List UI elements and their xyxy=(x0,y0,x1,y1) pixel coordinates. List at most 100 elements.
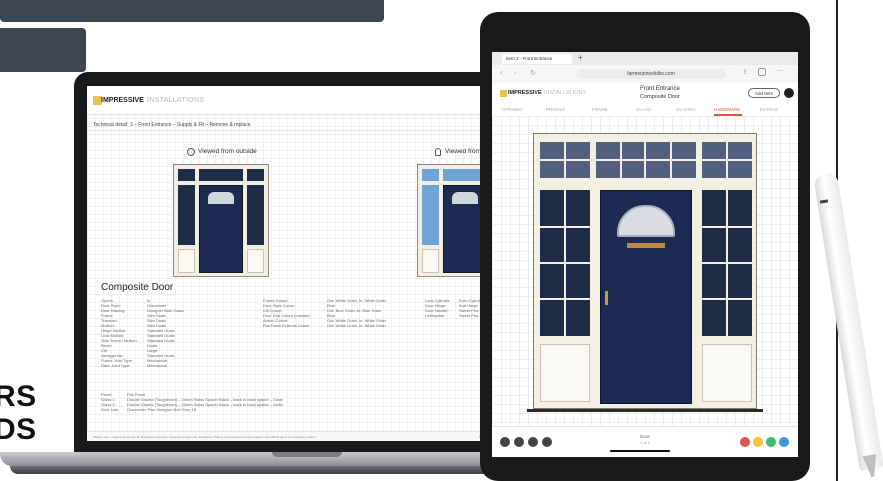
bulb-icon xyxy=(435,148,441,156)
colour-value: Out: Blue Grain, In: Blue Grain xyxy=(327,308,382,313)
sidelight-glass xyxy=(178,185,195,245)
tool-icon-2[interactable] xyxy=(514,437,524,447)
sidelight-panel-right xyxy=(702,344,752,402)
browser-tab-bar: Item 3 - Front Entrance + xyxy=(492,52,798,65)
colour-value: Out: White Grain, In: White Grain xyxy=(327,323,386,328)
stylus-pencil xyxy=(813,171,883,472)
eye-icon xyxy=(187,148,195,156)
hardware-label-list: Lock Cylinder: Door Hinge: Door Handle: … xyxy=(425,298,450,318)
app-header: IMPRESSIVE INSTALLATIONS Front Entrance … xyxy=(492,83,798,105)
transom-bar xyxy=(726,142,728,178)
transom-glass xyxy=(247,169,264,181)
tool-icon-1[interactable] xyxy=(500,437,510,447)
tab-opening[interactable]: OPENING xyxy=(502,107,523,112)
colour-value: Out: White Grain, In: White Grain xyxy=(327,298,386,303)
door-drawing-outside xyxy=(173,164,269,277)
colour-label: Flat Panel External Colour: xyxy=(263,323,311,328)
browser-tab[interactable]: Item 3 - Front Entrance xyxy=(502,54,572,64)
transom-bar xyxy=(540,159,752,161)
brand-name: IMPRESSIVE xyxy=(101,97,144,104)
close-icon[interactable] xyxy=(784,88,794,98)
top-banner-tab xyxy=(0,28,86,72)
laptop-screen: IMPRESSIVE INSTALLATIONS Technical detai… xyxy=(87,86,532,441)
reload-icon[interactable]: ↻ xyxy=(530,69,536,77)
new-tab-icon[interactable]: + xyxy=(578,53,583,62)
sidelight-bar xyxy=(702,226,752,228)
sidelight-panel xyxy=(422,249,439,273)
top-banner xyxy=(0,0,384,22)
browser-tab-label: Item 3 - Front Entrance xyxy=(506,56,553,61)
door-drawing-main xyxy=(533,133,757,409)
tab-profile[interactable]: PROFILE xyxy=(546,107,565,112)
sidelight-bar xyxy=(540,262,590,264)
share-icon[interactable]: ⇪ xyxy=(742,68,748,76)
colour-label-list: Frame Colour: Door Style Colour: Cill Co… xyxy=(263,298,311,328)
tabs-icon[interactable] xyxy=(758,68,766,76)
letterplate xyxy=(627,243,665,248)
tab-extras[interactable]: EXTRAS xyxy=(760,107,778,112)
tab-glass[interactable]: GLASS xyxy=(636,107,651,112)
laptop-notch xyxy=(272,452,342,457)
footer-note: Please note : Images shown are for illus… xyxy=(93,435,317,439)
sidelight-bar xyxy=(702,262,752,264)
bottom-toolbar: Door 1 of 1 xyxy=(492,426,798,457)
door-handle xyxy=(605,291,608,305)
product-subtitle: Composite Door xyxy=(640,94,680,100)
forward-icon[interactable]: › xyxy=(514,68,517,77)
more-icon[interactable]: ⋯ xyxy=(776,67,783,75)
laptop-footer: Please note : Images shown are for illus… xyxy=(87,431,532,441)
door-leaf xyxy=(199,185,243,273)
colour-value-list: Out: White Grain, In: White Grain Blue O… xyxy=(327,298,386,328)
tool-icon-4[interactable] xyxy=(542,437,552,447)
transom-bar xyxy=(620,142,622,178)
sidelight-panel xyxy=(247,249,264,273)
view-count: 1 of 1 xyxy=(639,440,650,445)
red-action-icon[interactable] xyxy=(740,437,750,447)
divider xyxy=(87,130,532,131)
address-field[interactable]: farmerjonesfolks.com xyxy=(576,69,726,79)
spec-label-list: Opens: Door Style: Door Glazing: Frame: … xyxy=(101,298,138,368)
transom-bar xyxy=(670,142,672,178)
address-text: farmerjonesfolks.com xyxy=(627,71,675,77)
transom-glass xyxy=(178,169,195,181)
tech-detail-line: Technical detail: 3 – Front Entrance – S… xyxy=(93,122,251,128)
glass-label-list: Panel: Glass 1: Glass 2: Door side: xyxy=(101,392,119,412)
tab-hardware[interactable]: HARDWARE xyxy=(714,107,740,112)
view-label: Door xyxy=(640,434,650,439)
viewed-inside-label: Viewed from i xyxy=(445,148,485,155)
sidelight-bar xyxy=(702,298,752,300)
door-cill xyxy=(527,409,763,412)
laptop-header: IMPRESSIVE INSTALLATIONS xyxy=(87,86,532,115)
sidelight-glass xyxy=(247,185,264,245)
tab-frame[interactable]: FRAME xyxy=(592,107,608,112)
viewed-outside-label: Viewed from outside xyxy=(198,148,257,155)
side-heading-line-2: DS xyxy=(0,413,37,446)
product-title: Front Entrance xyxy=(640,86,680,92)
glass-value: Gloucester Plus Designer Bott Grey 1B xyxy=(127,407,197,412)
browser-url-bar: ‹ › ↻ farmerjonesfolks.com ⇪ ⋯ xyxy=(492,65,798,84)
transom-glass xyxy=(199,169,243,181)
add-item-label: Add Item xyxy=(754,90,773,96)
tool-icon-3[interactable] xyxy=(528,437,538,447)
yellow-action-icon[interactable] xyxy=(753,437,763,447)
door-leaf xyxy=(600,190,692,404)
back-icon[interactable]: ‹ xyxy=(500,68,503,77)
sidelight-panel-left xyxy=(540,344,590,402)
transom-glass xyxy=(422,169,439,181)
door-glass-arch xyxy=(452,192,478,204)
spec-value: Mechanical xyxy=(147,363,168,368)
blue-action-icon[interactable] xyxy=(779,437,789,447)
side-heading-line-1: RS xyxy=(0,380,37,413)
door-glass-arch xyxy=(617,205,675,237)
brand-suffix: INSTALLATIONS xyxy=(147,97,205,104)
sidelight-bar xyxy=(540,298,590,300)
transom-bar xyxy=(564,142,566,178)
sidelight-glass xyxy=(422,185,439,245)
section-title: Composite Door xyxy=(101,282,174,293)
spec-value-list: In Gloucester Designer Both Glass Slim D… xyxy=(147,298,184,368)
tab-glazing[interactable]: GLAZING xyxy=(676,107,696,112)
logo-icon xyxy=(500,90,507,97)
side-heading: RS DS xyxy=(0,380,37,446)
add-item-button[interactable]: Add Item xyxy=(748,88,780,98)
green-action-icon[interactable] xyxy=(766,437,776,447)
